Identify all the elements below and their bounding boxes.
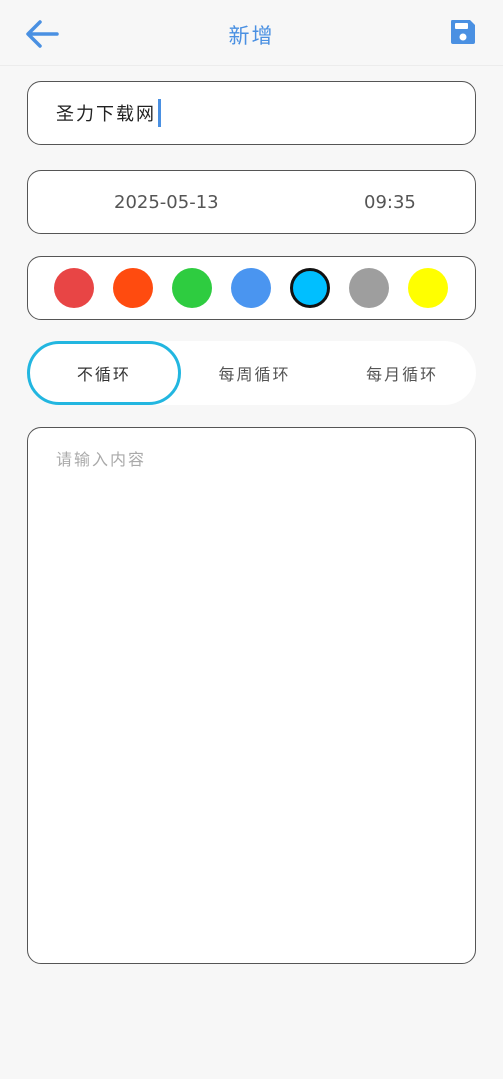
save-button[interactable] [447,16,479,48]
repeat-option-1[interactable]: 不循环 [27,341,181,405]
title-field-card: 圣力下载网 [27,81,476,145]
floppy-save-icon [451,20,475,44]
color-swatch-5[interactable] [290,268,330,308]
color-swatch-7[interactable] [408,268,448,308]
page-title: 新增 [228,24,275,48]
color-picker [27,256,476,320]
color-swatch-2[interactable] [113,268,153,308]
color-swatch-4[interactable] [231,268,271,308]
color-swatch-1[interactable] [54,268,94,308]
header: 新增 [0,0,503,66]
repeat-selector: 不循环 每周循环 每月循环 [27,341,476,405]
content-card [27,427,476,964]
datetime-card: 2025-05-13 09:35 [27,170,476,234]
repeat-option-3[interactable]: 每月循环 [328,341,476,405]
date-picker[interactable]: 2025-05-13 [114,192,219,213]
time-picker[interactable]: 09:35 [364,192,416,213]
color-swatch-6[interactable] [349,268,389,308]
color-swatch-3[interactable] [172,268,212,308]
repeat-option-2[interactable]: 每周循环 [181,341,329,405]
text-caret [158,99,161,127]
app-root: 新增 圣力下载网 2025-05-13 09:35 不循环 每周循环 每月循环 [0,0,503,1079]
content-input[interactable] [56,446,447,945]
title-input[interactable]: 圣力下载网 [56,100,156,126]
